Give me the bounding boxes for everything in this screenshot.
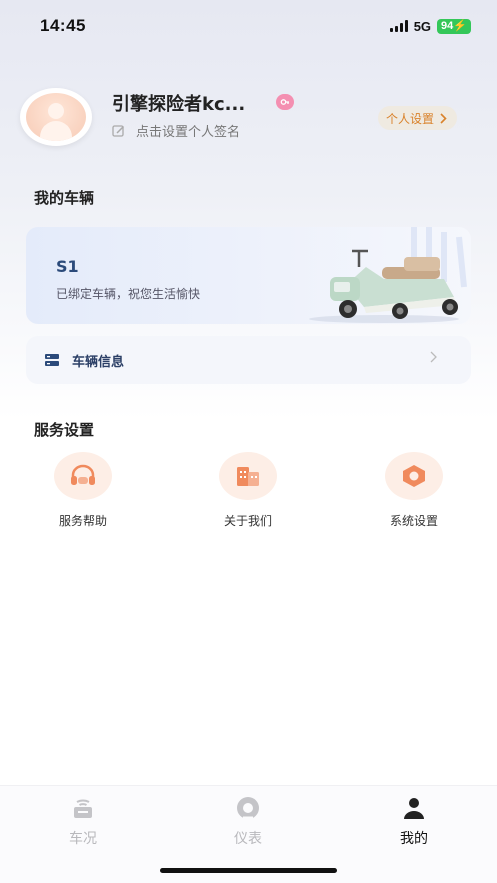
service-help-button[interactable]: 服务帮助 bbox=[38, 452, 128, 529]
person-icon bbox=[404, 798, 424, 819]
gauge-icon bbox=[237, 797, 259, 820]
headset-icon bbox=[71, 464, 95, 485]
avatar[interactable] bbox=[20, 88, 92, 146]
service-grid: 服务帮助 关于我们 系统设置 bbox=[0, 452, 497, 532]
chevron-right-icon bbox=[430, 351, 437, 363]
network-type: 5G bbox=[413, 18, 432, 34]
tab-label: 我的 bbox=[400, 831, 428, 847]
vehicle-info-icon bbox=[45, 354, 59, 366]
personal-settings-label: 个人设置 bbox=[386, 111, 435, 126]
building-icon bbox=[237, 467, 259, 486]
vehicle-description: 已绑定车辆，祝您生活愉快 bbox=[56, 287, 201, 301]
avatar-image bbox=[26, 93, 86, 141]
vehicle-info-label: 车辆信息 bbox=[72, 354, 125, 370]
status-bar: 14:45 5G 94⚡ bbox=[0, 0, 497, 52]
service-label: 系统设置 bbox=[389, 514, 438, 528]
battery-level: 94 bbox=[441, 19, 454, 32]
service-icon-circle bbox=[219, 452, 277, 500]
service-label: 关于我们 bbox=[223, 514, 272, 528]
signal-icon bbox=[389, 20, 408, 32]
tab-label: 车况 bbox=[69, 831, 97, 847]
hex-nut-icon bbox=[403, 465, 425, 487]
about-us-button[interactable]: 关于我们 bbox=[203, 452, 293, 529]
service-label: 服务帮助 bbox=[58, 514, 107, 528]
vehicle-card[interactable]: S1 已绑定车辆，祝您生活愉快 bbox=[26, 227, 471, 324]
signature-edit[interactable]: 点击设置个人签名 bbox=[112, 121, 240, 140]
status-indicators: 5G 94⚡ bbox=[389, 18, 471, 34]
vehicle-status-icon bbox=[74, 799, 92, 818]
tab-mine[interactable]: 我的 bbox=[374, 796, 454, 848]
personal-settings-button[interactable]: 个人设置 bbox=[378, 106, 458, 130]
profile-header: 引擎探险者kc... 点击设置个人签名 个人设置 bbox=[20, 88, 480, 148]
home-indicator bbox=[160, 868, 337, 873]
service-icon-circle bbox=[385, 452, 443, 500]
tab-gauge[interactable]: 仪表 bbox=[208, 796, 288, 848]
status-time: 14:45 bbox=[40, 16, 86, 35]
services-section-title: 服务设置 bbox=[34, 421, 95, 439]
system-settings-button[interactable]: 系统设置 bbox=[369, 452, 459, 529]
vehicle-info-row[interactable]: 车辆信息 bbox=[26, 336, 471, 384]
tab-vehicle-status[interactable]: 车况 bbox=[43, 796, 123, 848]
battery-icon: 94⚡ bbox=[437, 18, 471, 34]
chevron-right-icon bbox=[440, 112, 447, 124]
tricycle-image bbox=[309, 227, 467, 323]
service-icon-circle bbox=[54, 452, 112, 500]
vehicle-model: S1 bbox=[56, 257, 79, 276]
key-badge-icon bbox=[276, 94, 294, 110]
edit-icon bbox=[112, 124, 125, 137]
signature-hint: 点击设置个人签名 bbox=[136, 125, 241, 140]
vehicles-section-title: 我的车辆 bbox=[34, 189, 95, 207]
tab-label: 仪表 bbox=[234, 831, 262, 847]
username: 引擎探险者kc... bbox=[112, 94, 246, 115]
